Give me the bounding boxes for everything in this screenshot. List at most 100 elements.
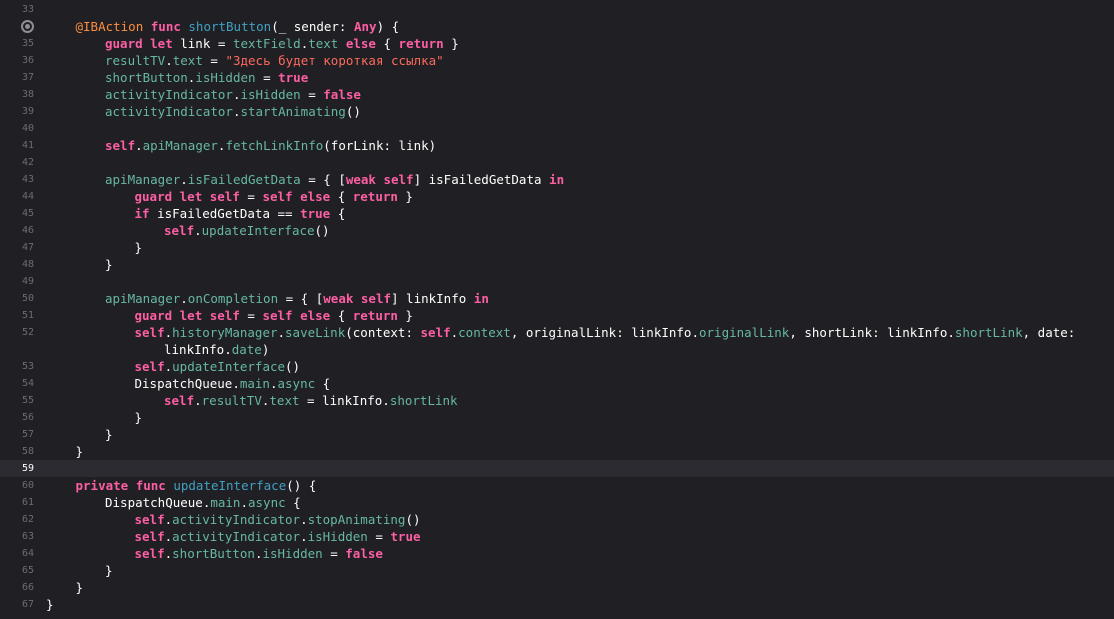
code-line[interactable]: 42 xyxy=(0,154,1114,171)
code-text: activityIndicator.startAnimating() xyxy=(105,103,361,120)
line-number[interactable]: 37 xyxy=(0,69,34,86)
code-line[interactable]: 50 apiManager.onCompletion = { [weak self… xyxy=(0,290,1114,307)
line-number[interactable]: 52 xyxy=(0,324,34,341)
line-number[interactable]: 60 xyxy=(0,477,34,494)
code-line[interactable]: 35 guard let link = textField.text else {… xyxy=(0,35,1114,52)
code-line[interactable]: 51 guard let self = self else { return } xyxy=(0,307,1114,324)
code-line[interactable]: 46 self.updateInterface() xyxy=(0,222,1114,239)
line-number[interactable]: 41 xyxy=(0,137,34,154)
code-token: isHidden xyxy=(307,529,368,544)
line-number[interactable]: 35 xyxy=(0,35,34,52)
code-line[interactable]: 56} xyxy=(0,409,1114,426)
line-number[interactable]: 64 xyxy=(0,545,34,562)
line-number[interactable]: 43 xyxy=(0,171,34,188)
code-text: @IBAction func shortButton(_ sender: Any… xyxy=(76,18,400,35)
line-number[interactable]: 51 xyxy=(0,307,34,324)
line-number[interactable]: 40 xyxy=(0,120,34,137)
code-line[interactable]: 47} xyxy=(0,239,1114,256)
line-number[interactable]: 48 xyxy=(0,256,34,273)
code-line[interactable]: 48} xyxy=(0,256,1114,273)
breakpoint-icon[interactable] xyxy=(21,20,34,33)
line-number[interactable]: 57 xyxy=(0,426,34,443)
code-token: context xyxy=(458,325,511,340)
code-line[interactable]: 63 self.activityIndicator.isHidden = true xyxy=(0,528,1114,545)
code-token: } xyxy=(75,444,84,459)
code-line[interactable]: 37 shortButton.isHidden = true xyxy=(0,69,1114,86)
line-number[interactable]: 66 xyxy=(0,579,34,596)
code-line-current[interactable]: 59 xyxy=(0,460,1114,477)
code-token: activityIndicator xyxy=(172,512,301,527)
code-line[interactable]: 45 if isFailedGetData == true { xyxy=(0,205,1114,222)
code-token: originalLink xyxy=(699,325,790,340)
line-number[interactable]: 46 xyxy=(0,222,34,239)
code-line[interactable]: 61 DispatchQueue.main.async { xyxy=(0,494,1114,511)
code-line[interactable]: 38 activityIndicator.isHidden = false xyxy=(0,86,1114,103)
line-number[interactable]: 45 xyxy=(0,205,34,222)
line-number[interactable]: 50 xyxy=(0,290,34,307)
code-line[interactable]: 44 guard let self = self else { return } xyxy=(0,188,1114,205)
code-line[interactable]: 52 self.historyManager.saveLink(context: … xyxy=(0,324,1114,341)
code-line[interactable]: 66} xyxy=(0,579,1114,596)
code-text: apiManager.isFailedGetData = { [weak sel… xyxy=(105,171,564,188)
code-line[interactable]: 55 self.resultTV.text = linkInfo.shortLin… xyxy=(0,392,1114,409)
line-number[interactable]: 33 xyxy=(0,1,34,18)
line-number[interactable]: 54 xyxy=(0,375,34,392)
code-line[interactable]: 65} xyxy=(0,562,1114,579)
code-line[interactable]: 67} xyxy=(0,596,1114,613)
line-number[interactable]: 62 xyxy=(0,511,34,528)
code-token: = xyxy=(367,529,391,544)
code-line[interactable]: linkInfo.date) xyxy=(0,341,1114,358)
code-token: false xyxy=(345,546,383,561)
code-token: } xyxy=(134,410,143,425)
code-line[interactable]: 54 DispatchQueue.main.async { xyxy=(0,375,1114,392)
code-line[interactable]: 64 self.shortButton.isHidden = false xyxy=(0,545,1114,562)
code-token: async xyxy=(248,495,286,510)
code-text: } xyxy=(76,443,84,460)
code-line[interactable]: 62 self.activityIndicator.stopAnimating() xyxy=(0,511,1114,528)
code-token: date xyxy=(231,342,262,357)
line-number[interactable]: 42 xyxy=(0,154,34,171)
line-number[interactable]: 55 xyxy=(0,392,34,409)
code-token: isFailedGetData xyxy=(187,172,301,187)
code-line[interactable]: 40 xyxy=(0,120,1114,137)
code-line[interactable]: 60 private func updateInterface() { xyxy=(0,477,1114,494)
code-line[interactable]: 41 self.apiManager.fetchLinkInfo(forLink:… xyxy=(0,137,1114,154)
code-line[interactable]: 49 xyxy=(0,273,1114,290)
code-line[interactable]: 39 activityIndicator.startAnimating() xyxy=(0,103,1114,120)
line-number[interactable]: 53 xyxy=(0,358,34,375)
code-token: return xyxy=(398,36,444,51)
code-editor[interactable]: 33 @IBAction func shortButton(_ sender: A… xyxy=(0,0,1114,619)
line-number[interactable]: 63 xyxy=(0,528,34,545)
code-token: self xyxy=(420,325,451,340)
line-number[interactable]: 49 xyxy=(0,273,34,290)
line-number[interactable]: 59 xyxy=(0,460,34,477)
line-number[interactable]: 65 xyxy=(0,562,34,579)
line-number[interactable]: 67 xyxy=(0,596,34,613)
code-token: . xyxy=(164,325,173,340)
code-line[interactable]: 36 resultTV.text = "Здесь будет короткая … xyxy=(0,52,1114,69)
code-line[interactable]: 57} xyxy=(0,426,1114,443)
code-token: in xyxy=(473,291,489,306)
code-token: } xyxy=(105,563,113,578)
code-token: self else xyxy=(262,189,331,204)
code-token: onCompletion xyxy=(187,291,279,306)
code-token: self xyxy=(164,393,195,408)
line-number[interactable]: 36 xyxy=(0,52,34,69)
line-number[interactable]: 61 xyxy=(0,494,34,511)
line-number[interactable]: 56 xyxy=(0,409,34,426)
line-number[interactable]: 39 xyxy=(0,103,34,120)
code-line[interactable]: 43 apiManager.isFailedGetData = { [weak s… xyxy=(0,171,1114,188)
line-number[interactable]: 44 xyxy=(0,188,34,205)
code-line[interactable]: @IBAction func shortButton(_ sender: Any… xyxy=(0,18,1114,35)
code-token: { xyxy=(330,308,353,323)
code-line[interactable]: 53 self.updateInterface() xyxy=(0,358,1114,375)
code-line[interactable]: 58} xyxy=(0,443,1114,460)
code-token: (context: xyxy=(345,325,421,340)
code-token: updateInterface xyxy=(173,478,287,493)
line-number[interactable]: 47 xyxy=(0,239,34,256)
code-token: true xyxy=(390,529,421,544)
code-line[interactable]: 33 xyxy=(0,1,1114,18)
line-number[interactable]: 38 xyxy=(0,86,34,103)
code-text: } xyxy=(76,579,84,596)
line-number[interactable]: 58 xyxy=(0,443,34,460)
